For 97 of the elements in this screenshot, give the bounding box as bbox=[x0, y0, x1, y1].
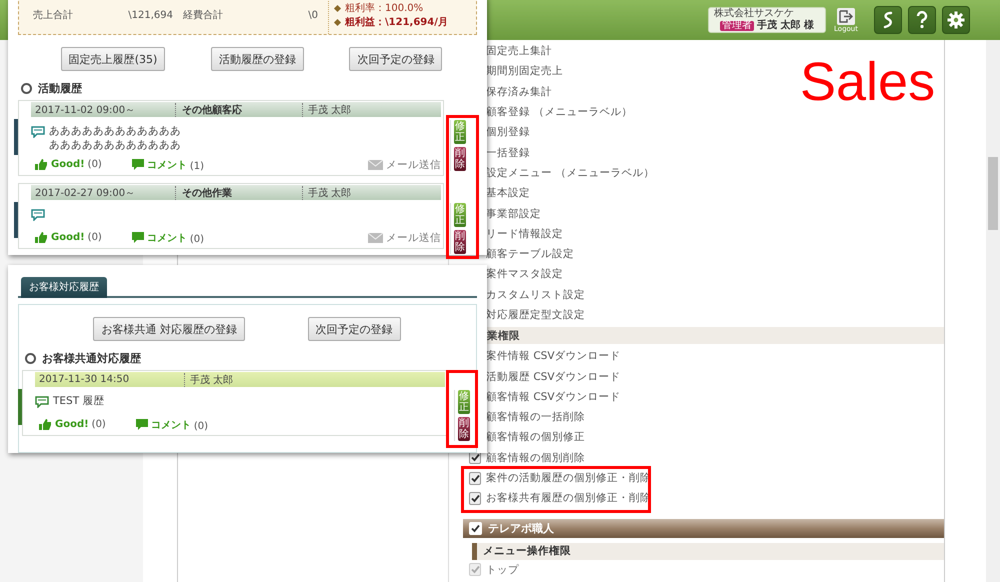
entry-datetime: 2017-11-30 14:50 bbox=[38, 374, 130, 385]
role-badge: 管理者 bbox=[720, 21, 754, 31]
section-title: お客様共通対応履歴 bbox=[42, 351, 141, 366]
swirl-icon bbox=[881, 11, 895, 29]
entry-marker bbox=[14, 202, 18, 238]
entry-marker bbox=[14, 119, 18, 155]
ring-bullet-icon bbox=[25, 353, 36, 364]
mail-link[interactable]: メール送信 bbox=[386, 158, 441, 172]
permission-label: 顧客登録 （メニューラベル） bbox=[486, 105, 632, 120]
entry-datetime: 2017-11-02 09:00～ bbox=[34, 104, 136, 116]
checkbox[interactable] bbox=[469, 472, 481, 485]
edit-button[interactable]: 修正 bbox=[454, 203, 466, 227]
thumbs-up-icon bbox=[35, 232, 48, 243]
tab[interactable]: お客様対応履歴 bbox=[21, 276, 107, 298]
comment-count: (1) bbox=[190, 161, 204, 172]
logout-icon bbox=[837, 8, 855, 24]
ring-bullet-icon bbox=[21, 83, 32, 94]
good-link[interactable]: Good! bbox=[51, 232, 85, 243]
comment-icon bbox=[132, 158, 144, 170]
scrollbar[interactable] bbox=[986, 40, 1000, 582]
delete-button[interactable]: 削除 bbox=[458, 417, 470, 441]
permission-label: 活動履歴 CSVダウンロード bbox=[486, 370, 621, 384]
comment-link[interactable]: コメント bbox=[146, 158, 187, 172]
permission-label: 顧客テーブル設定 bbox=[486, 247, 574, 262]
permission-label: 案件マスタ設定 bbox=[486, 267, 563, 282]
delete-button[interactable]: 削除 bbox=[454, 230, 466, 254]
thumbs-up-icon bbox=[35, 159, 48, 170]
gear-icon bbox=[947, 11, 965, 29]
speech-bubble-icon bbox=[31, 209, 45, 221]
entry-text: TEST 履歴 bbox=[53, 394, 104, 409]
role-name: テレアポ職人 bbox=[488, 520, 554, 536]
comment-link[interactable]: コメント bbox=[150, 418, 191, 432]
mail-link[interactable]: メール送信 bbox=[386, 230, 441, 244]
help-button[interactable] bbox=[908, 6, 936, 34]
settings-button[interactable] bbox=[942, 6, 970, 34]
entry-person: 手茂 太郎 bbox=[302, 186, 352, 200]
permission-label: カスタムリスト設定 bbox=[486, 288, 585, 302]
action-button[interactable]: 次回予定の登録 bbox=[308, 317, 401, 341]
company-name: 株式会社サスケケ bbox=[714, 8, 795, 19]
delete-button[interactable]: 削除 bbox=[454, 147, 466, 171]
entry-datetime: 2017-02-27 09:00～ bbox=[34, 186, 136, 200]
good-count: (0) bbox=[88, 159, 102, 170]
entry-person: 手茂 太郎 bbox=[184, 372, 234, 386]
permission-label: 固定売上集計 bbox=[486, 44, 552, 58]
edit-button[interactable]: 修正 bbox=[458, 390, 470, 414]
good-link[interactable]: Good! bbox=[55, 419, 89, 430]
good-count: (0) bbox=[88, 232, 102, 243]
permission-label: 期間別固定売上 bbox=[486, 64, 563, 78]
permission-label: 事業部設定 bbox=[486, 206, 541, 221]
question-mark-icon bbox=[916, 11, 928, 29]
expense-value: \0 bbox=[307, 10, 319, 20]
entry-type: その他顧客応 bbox=[175, 102, 302, 116]
action-button[interactable]: 活動履歴の登録 bbox=[210, 47, 304, 71]
action-button[interactable]: 固定売上履歴(35) bbox=[60, 47, 166, 71]
comment-count: (0) bbox=[190, 234, 204, 245]
section-title: 活動履歴 bbox=[38, 81, 82, 96]
sales-label: 売上合計 bbox=[33, 8, 74, 22]
envelope-icon bbox=[368, 232, 383, 242]
swirl-icon-button[interactable] bbox=[874, 6, 902, 34]
speech-bubble-icon bbox=[35, 396, 49, 408]
action-button[interactable]: お客様共通 対応履歴の登録 bbox=[93, 317, 245, 341]
permission-label: 顧客情報の一括削除 bbox=[486, 410, 585, 424]
entry-type: その他作業 bbox=[175, 186, 302, 200]
action-button[interactable]: 次回予定の登録 bbox=[349, 47, 442, 71]
scrollbar-thumb[interactable] bbox=[988, 157, 998, 230]
entry-text: ああああああああああああ bbox=[49, 124, 181, 138]
checkbox[interactable] bbox=[469, 492, 481, 505]
envelope-icon bbox=[368, 160, 383, 170]
user-name: 手茂 太郎 様 bbox=[757, 20, 814, 32]
margin-rate: 粗利率：100.0% bbox=[345, 2, 424, 15]
edit-button[interactable]: 修正 bbox=[454, 120, 466, 144]
subsection-header: メニュー操作権限 bbox=[472, 542, 944, 560]
comment-icon bbox=[136, 418, 148, 430]
entry-text: ああああああああああああ bbox=[49, 138, 181, 152]
permission-label: 顧客情報の個別修正 bbox=[486, 430, 585, 444]
gross-profit: 粗利益：\121,694/月 bbox=[345, 16, 448, 29]
entry-person: 手茂 太郎 bbox=[302, 102, 352, 116]
good-count: (0) bbox=[92, 419, 106, 430]
permission-label: リード情報設定 bbox=[486, 226, 563, 241]
good-link[interactable]: Good! bbox=[51, 159, 85, 170]
permission-label: 基本設定 bbox=[486, 186, 530, 200]
speech-bubble-icon bbox=[31, 126, 45, 138]
permission-label: トップ bbox=[486, 562, 519, 577]
comment-count: (0) bbox=[194, 421, 208, 432]
permission-label: 保存済み集計 bbox=[486, 84, 552, 99]
permission-label: 顧客情報 CSVダウンロード bbox=[486, 390, 621, 404]
sales-value: \121,694 bbox=[127, 10, 174, 20]
permission-label: 顧客情報の個別削除 bbox=[486, 450, 585, 465]
permission-label: 個別登録 bbox=[486, 125, 530, 140]
entry-marker bbox=[18, 389, 22, 425]
expense-label: 経費合計 bbox=[183, 8, 224, 22]
comment-link[interactable]: コメント bbox=[146, 230, 187, 244]
sales-annotation: Sales bbox=[800, 52, 936, 112]
thumbs-up-icon bbox=[39, 419, 52, 430]
comment-icon bbox=[132, 232, 144, 244]
permission-label: 案件情報 CSVダウンロード bbox=[486, 349, 621, 364]
permission-label: 対応履歴定型文設定 bbox=[486, 308, 585, 322]
